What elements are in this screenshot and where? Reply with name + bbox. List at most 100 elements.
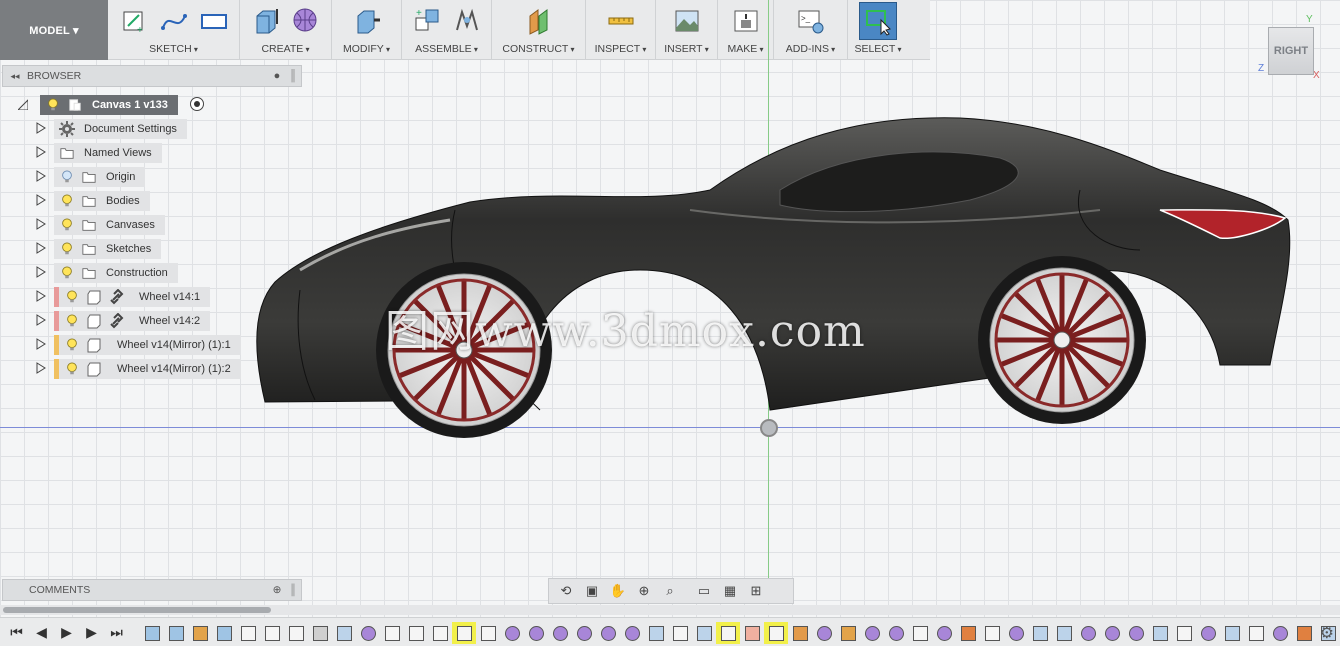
browser-pin-icon[interactable]: ║ (285, 70, 301, 82)
timeline-feature-icon[interactable] (572, 622, 596, 644)
car-model[interactable] (240, 110, 1300, 440)
select-icon[interactable] (859, 2, 897, 40)
timeline-feature-icon[interactable] (836, 622, 860, 644)
lightbulb-icon[interactable] (63, 288, 81, 306)
timeline-feature-icon[interactable] (380, 622, 404, 644)
expand-triangle-icon[interactable] (36, 290, 46, 302)
expand-triangle-icon[interactable] (36, 146, 46, 158)
lightbulb-icon[interactable] (44, 96, 62, 114)
timeline-feature-icon[interactable] (1268, 622, 1292, 644)
tree-node[interactable]: Named Views (54, 143, 162, 163)
expand-triangle-icon[interactable] (36, 194, 46, 206)
assemble-menu[interactable]: ASSEMBLE (415, 42, 478, 56)
timeline-feature-icon[interactable] (596, 622, 620, 644)
tree-node[interactable]: Document Settings (54, 119, 187, 139)
tree-node[interactable]: Origin (54, 167, 146, 187)
sketch-menu[interactable]: SKETCH (149, 42, 198, 56)
lightbulb-icon[interactable] (63, 312, 81, 330)
measure-icon[interactable] (606, 6, 636, 36)
grid-settings-icon[interactable]: ▦ (719, 581, 741, 601)
timeline-feature-icon[interactable] (1220, 622, 1244, 644)
timeline-feature-icon[interactable] (812, 622, 836, 644)
skip-start-icon[interactable]: ⏮ (4, 621, 29, 643)
step-back-icon[interactable]: ◀ (29, 621, 54, 643)
offset-plane-icon[interactable] (524, 6, 554, 36)
add-comment-icon[interactable]: ⊕ (269, 584, 285, 596)
rectangle-icon[interactable] (199, 6, 229, 36)
timeline-feature-icon[interactable] (452, 622, 476, 644)
spline-icon[interactable] (159, 6, 189, 36)
look-at-icon[interactable]: ▣ (581, 581, 603, 601)
viewcube[interactable]: RIGHT (1268, 27, 1314, 75)
create-menu[interactable]: CREATE (261, 42, 309, 56)
timeline-feature-icon[interactable] (716, 622, 740, 644)
timeline-feature-icon[interactable] (236, 622, 260, 644)
timeline-feature-icon[interactable] (164, 622, 188, 644)
insert-image-icon[interactable] (672, 6, 702, 36)
timeline-feature-icon[interactable] (308, 622, 332, 644)
new-component-icon[interactable]: + (412, 6, 442, 36)
tree-node[interactable]: Wheel v14:1 (54, 287, 211, 307)
expand-triangle-icon[interactable] (18, 98, 28, 110)
lightbulb-icon[interactable] (58, 192, 76, 210)
timeline-feature-icon[interactable] (1076, 622, 1100, 644)
joint-icon[interactable] (452, 6, 482, 36)
collapse-browser-icon[interactable]: ◂◂ (3, 71, 27, 82)
active-radio-icon[interactable] (190, 97, 204, 111)
modify-menu[interactable]: MODIFY (343, 42, 390, 56)
timeline-feature-icon[interactable] (1244, 622, 1268, 644)
make-menu[interactable]: MAKE (727, 42, 763, 56)
comments-pin-icon[interactable]: ║ (285, 584, 301, 596)
scripts-icon[interactable]: >_ (796, 6, 826, 36)
orbit-icon[interactable]: ⟲ (555, 581, 577, 601)
lightbulb-off-icon[interactable] (58, 168, 76, 186)
canvas-root-node[interactable]: Canvas 1 v133 (40, 95, 178, 115)
tree-node[interactable]: Construction (54, 263, 178, 283)
timeline-feature-icon[interactable] (1196, 622, 1220, 644)
scrollbar-thumb[interactable] (3, 607, 271, 613)
expand-triangle-icon[interactable] (36, 362, 46, 374)
expand-triangle-icon[interactable] (36, 314, 46, 326)
browser-minimize-icon[interactable]: ● (269, 70, 285, 82)
expand-triangle-icon[interactable] (36, 242, 46, 254)
timeline-feature-icon[interactable] (1148, 622, 1172, 644)
gear-icon[interactable]: ⚙ (1320, 623, 1334, 643)
timeline-feature-icon[interactable] (476, 622, 500, 644)
tree-node[interactable]: Wheel v14(Mirror) (1):2 (54, 359, 241, 379)
timeline-feature-icon[interactable] (188, 622, 212, 644)
3d-print-icon[interactable] (731, 6, 761, 36)
timeline-feature-icon[interactable] (356, 622, 380, 644)
timeline-feature-icon[interactable] (956, 622, 980, 644)
timeline-feature-icon[interactable] (980, 622, 1004, 644)
timeline-feature-icon[interactable] (428, 622, 452, 644)
timeline-feature-icon[interactable] (908, 622, 932, 644)
workspace-switcher-button[interactable]: MODEL ▾ (0, 0, 108, 60)
create-sketch-icon[interactable]: + (119, 6, 149, 36)
insert-menu[interactable]: INSERT (664, 42, 709, 56)
timeline-feature-icon[interactable] (668, 622, 692, 644)
timeline-feature-icon[interactable] (932, 622, 956, 644)
tree-node[interactable]: Wheel v14:2 (54, 311, 211, 331)
expand-triangle-icon[interactable] (36, 218, 46, 230)
timeline-feature-icon[interactable] (500, 622, 524, 644)
timeline-feature-icon[interactable] (644, 622, 668, 644)
tree-node[interactable]: Bodies (54, 191, 150, 211)
timeline-feature-icon[interactable] (140, 622, 164, 644)
form-icon[interactable] (291, 6, 321, 36)
timeline-feature-icon[interactable] (404, 622, 428, 644)
select-menu[interactable]: SELECT (854, 42, 901, 56)
expand-triangle-icon[interactable] (36, 266, 46, 278)
timeline-feature-icon[interactable] (1172, 622, 1196, 644)
timeline-feature-icon[interactable] (524, 622, 548, 644)
lightbulb-icon[interactable] (58, 216, 76, 234)
extrude-icon[interactable] (251, 6, 281, 36)
skip-end-icon[interactable]: ⏭ (104, 621, 129, 643)
timeline-feature-icon[interactable] (284, 622, 308, 644)
timeline-feature-icon[interactable] (548, 622, 572, 644)
addins-menu[interactable]: ADD-INS (786, 42, 835, 56)
expand-triangle-icon[interactable] (36, 122, 46, 134)
press-pull-icon[interactable] (352, 6, 382, 36)
lightbulb-icon[interactable] (63, 360, 81, 378)
timeline-feature-icon[interactable] (788, 622, 812, 644)
lightbulb-icon[interactable] (58, 240, 76, 258)
